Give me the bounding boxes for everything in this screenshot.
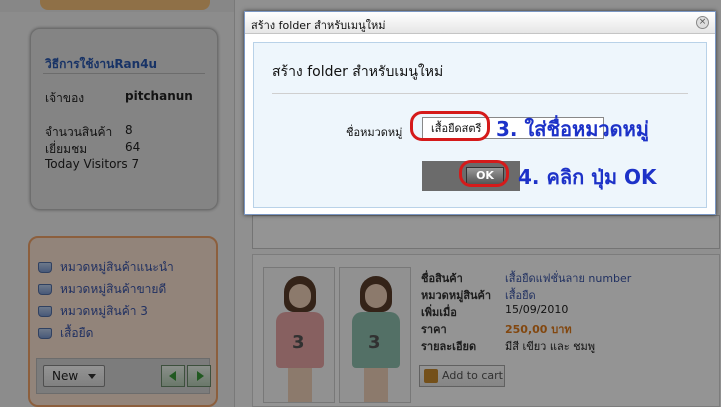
dialog-title: สร้าง folder สำหรับเมนูใหม่ — [251, 19, 386, 32]
step4-annotation: 4. คลิก ปุ่ม OK — [518, 165, 657, 189]
highlight-ring-ok — [459, 160, 509, 187]
dialog-heading: สร้าง folder สำหรับเมนูใหม่ — [272, 64, 444, 80]
highlight-ring-input — [410, 111, 490, 141]
category-name-label: ชื่อหมวดหมู่ — [346, 126, 403, 139]
dialog-titlebar[interactable]: สร้าง folder สำหรับเมนูใหม่ × — [245, 12, 715, 34]
step3-annotation: 3. ใส่ชื่อหมวดหมู่ — [496, 117, 649, 141]
close-icon[interactable]: × — [696, 16, 709, 29]
divider — [272, 93, 688, 94]
